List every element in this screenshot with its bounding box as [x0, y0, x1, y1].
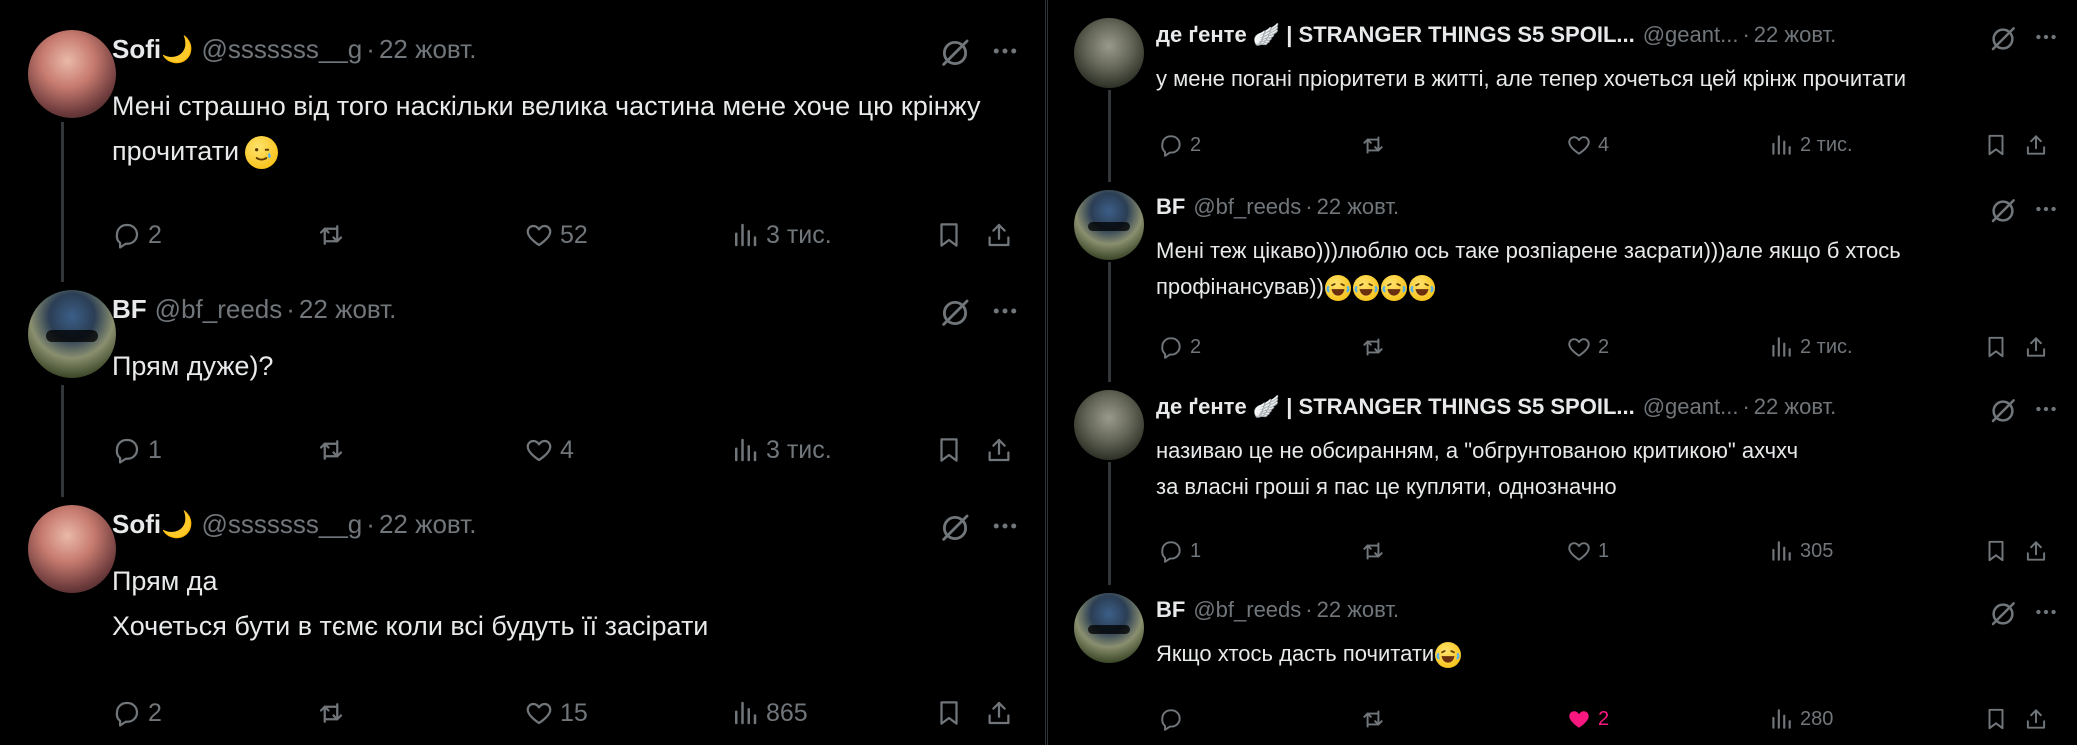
- more-icon[interactable]: [2033, 599, 2059, 625]
- tweet: BF @bf_reeds · 22 жовт. Якщо хтось дасть поч…: [1048, 0, 2077, 745]
- tweet-text-line: Прям да: [112, 559, 708, 604]
- share-button[interactable]: [984, 696, 1014, 730]
- reply-button[interactable]: 2: [112, 696, 162, 730]
- tweet-header: BF @bf_reeds · 22 жовт.: [1156, 597, 1399, 623]
- like-count: 2: [1598, 707, 1610, 730]
- tweet-date[interactable]: 22 жовт.: [379, 509, 477, 540]
- author-name[interactable]: Sofi: [112, 509, 161, 540]
- retweet-button[interactable]: [1360, 704, 1392, 734]
- reply-icon: [112, 698, 142, 728]
- separator-dot: ·: [1305, 597, 1313, 622]
- retweet-button[interactable]: [316, 696, 352, 730]
- author-name[interactable]: BF: [1156, 597, 1185, 623]
- left-thread-panel: Sofi 🌙 @sssssss__g · 22 жовт. Мені страшно ві…: [0, 0, 1046, 745]
- views-icon: [1768, 706, 1794, 732]
- like-icon: [1566, 706, 1592, 732]
- tweet-header: Sofi 🌙 @sssssss__g · 22 жовт.: [112, 509, 476, 540]
- moon-emoji: 🌙: [161, 509, 194, 539]
- avatar[interactable]: [28, 505, 116, 593]
- tweet-text: Якщо хтось дасть почитати: [1156, 636, 1462, 672]
- tweet: Sofi 🌙 @sssssss__g · 22 жовт. Прям да Хочеться…: [0, 0, 1045, 745]
- tweet-text-content: Прям да: [112, 566, 218, 596]
- bookmark-button[interactable]: [934, 696, 964, 730]
- bookmark-button[interactable]: [1983, 704, 2009, 734]
- views-icon: [730, 698, 760, 728]
- grok-icon[interactable]: [1988, 599, 2018, 629]
- retweet-icon: [316, 698, 346, 728]
- tweet-text-line: Хочеться бути в тємє коли всі будуть її …: [112, 604, 708, 649]
- like-button[interactable]: 2: [1566, 704, 1609, 734]
- like-icon: [524, 698, 554, 728]
- reply-icon: [1158, 706, 1184, 732]
- grok-icon[interactable]: [938, 511, 972, 545]
- sunglasses-shape: [1088, 624, 1130, 635]
- bookmark-icon: [934, 698, 964, 728]
- retweet-icon: [1360, 706, 1386, 732]
- separator-dot: ·: [366, 509, 375, 539]
- author-handle[interactable]: @sssssss__g: [201, 509, 362, 540]
- share-button[interactable]: [2023, 704, 2049, 734]
- tweet-text-content: Якщо хтось дасть почитати: [1156, 641, 1435, 666]
- views-button[interactable]: 865: [730, 696, 808, 730]
- views-button[interactable]: 280: [1768, 704, 1833, 734]
- views-count: 865: [766, 698, 808, 727]
- bookmark-icon: [1983, 706, 2009, 732]
- tweet-text-content: Хочеться бути в тємє коли всі будуть її …: [112, 611, 709, 641]
- tweet-text-line: Якщо хтось дасть почитати: [1156, 636, 1462, 672]
- reply-button[interactable]: [1158, 704, 1190, 734]
- laughing-emoji: [1435, 642, 1462, 669]
- tweet-date[interactable]: 22 жовт.: [1317, 597, 1400, 623]
- share-icon: [984, 698, 1014, 728]
- author-handle[interactable]: @bf_reeds: [1193, 597, 1301, 623]
- avatar[interactable]: [1074, 593, 1144, 663]
- share-icon: [2023, 706, 2049, 732]
- like-button[interactable]: 15: [524, 696, 588, 730]
- tweet-text: Прям да Хочеться бути в тємє коли всі буд…: [112, 559, 708, 649]
- like-count: 15: [560, 698, 588, 727]
- right-thread-panel: де ґенте 🪽 | STRANGER THINGS S5 SPOIL...…: [1047, 0, 2077, 745]
- views-count: 280: [1800, 707, 1834, 730]
- more-icon[interactable]: [990, 511, 1020, 541]
- reply-count: 2: [148, 698, 162, 727]
